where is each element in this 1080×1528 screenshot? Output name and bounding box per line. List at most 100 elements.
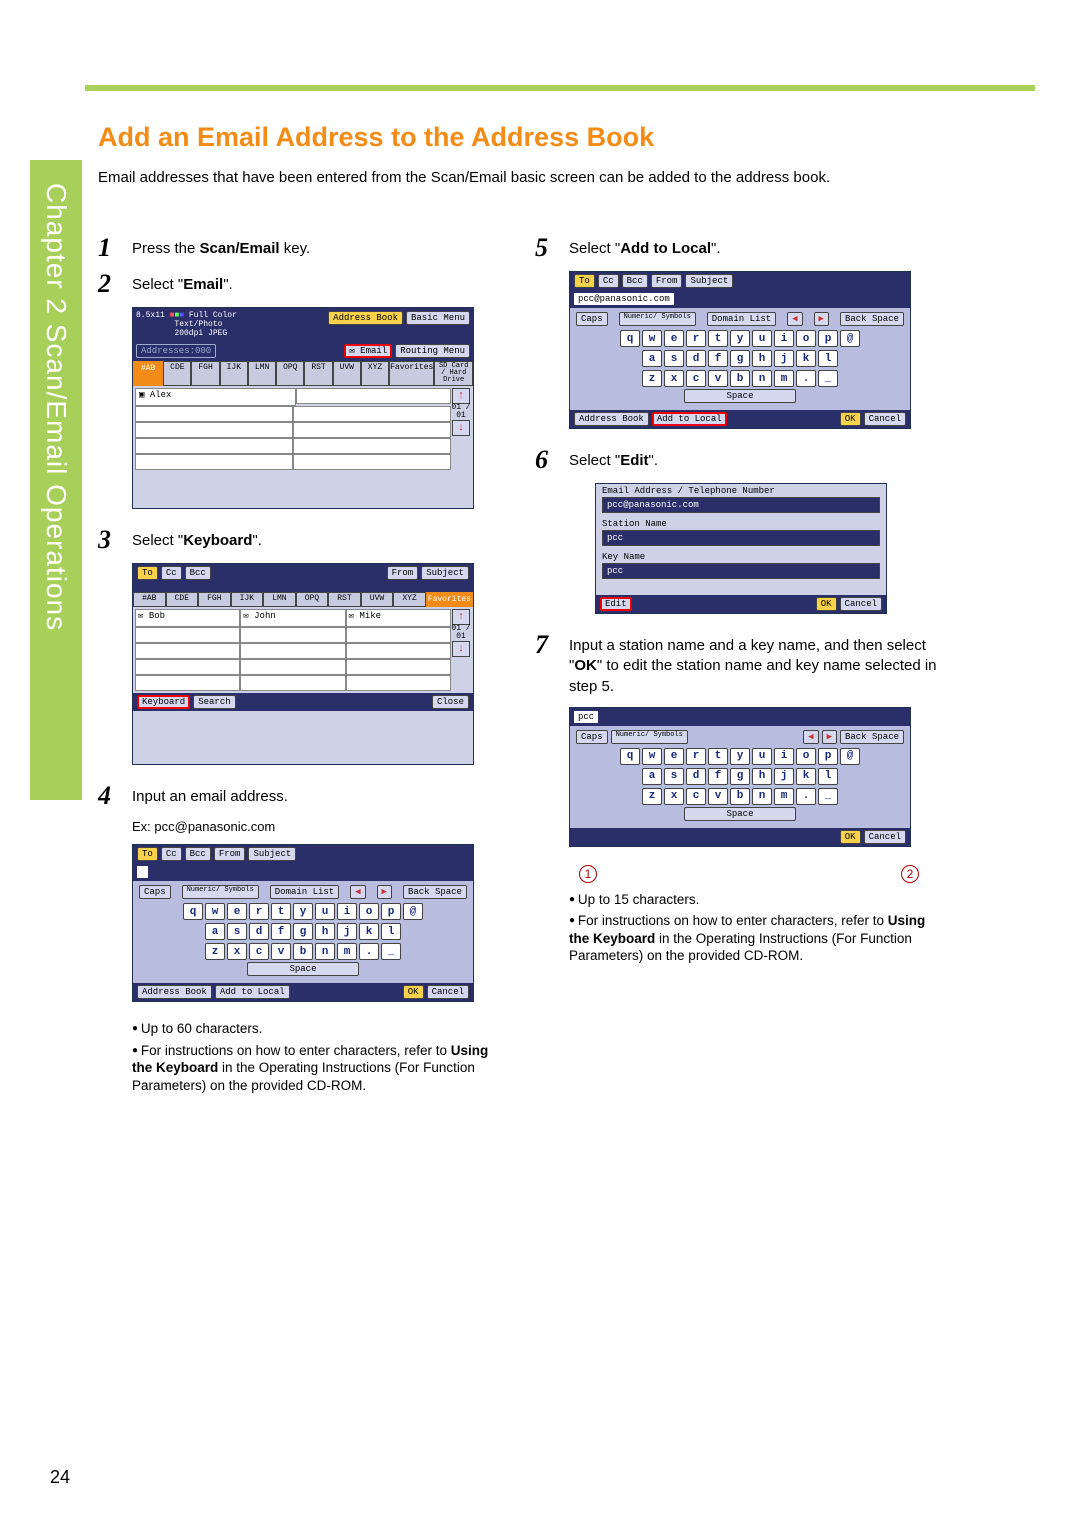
key[interactable]: d (686, 350, 706, 367)
key[interactable]: e (227, 903, 247, 920)
key[interactable]: d (686, 768, 706, 785)
numeric-symbols-button[interactable]: Numeric/ Symbols (182, 885, 259, 899)
space-button[interactable]: Space (247, 962, 359, 976)
cursor-right-icon[interactable]: ▶ (822, 730, 837, 744)
subject-tab[interactable]: Subject (421, 566, 469, 580)
address-book-button[interactable]: Address Book (137, 985, 212, 999)
cc-tab[interactable]: Cc (161, 847, 182, 861)
tab[interactable]: UVW (333, 361, 361, 386)
key[interactable]: s (227, 923, 247, 940)
key[interactable]: g (730, 350, 750, 367)
contact-name[interactable]: Bob (149, 611, 165, 621)
key[interactable]: m (337, 943, 357, 960)
tab[interactable]: IJK (220, 361, 248, 386)
key[interactable]: j (774, 350, 794, 367)
key[interactable]: i (774, 330, 794, 347)
key[interactable]: l (381, 923, 401, 940)
add-to-local-button[interactable]: Add to Local (215, 985, 290, 999)
key[interactable]: k (796, 350, 816, 367)
contact-name[interactable]: Mike (359, 611, 381, 621)
key[interactable]: e (664, 748, 684, 765)
tab[interactable]: FGH (198, 592, 231, 607)
contact-name[interactable]: Alex (150, 390, 172, 400)
routing-menu-button[interactable]: Routing Menu (395, 344, 470, 358)
key[interactable]: h (752, 768, 772, 785)
bcc-tab[interactable]: Bcc (185, 566, 211, 580)
keyboard-button[interactable]: Keyboard (137, 695, 190, 709)
key[interactable]: t (708, 748, 728, 765)
caps-button[interactable]: Caps (576, 312, 608, 326)
key[interactable]: q (620, 330, 640, 347)
tab[interactable]: CDE (163, 361, 191, 386)
tab[interactable]: #AB (133, 361, 163, 386)
cancel-button[interactable]: Cancel (864, 412, 906, 426)
key[interactable]: a (642, 768, 662, 785)
key[interactable]: x (227, 943, 247, 960)
tab[interactable]: RST (328, 592, 361, 607)
key[interactable]: e (664, 330, 684, 347)
contact-name[interactable]: John (254, 611, 276, 621)
key[interactable]: n (315, 943, 335, 960)
key[interactable]: s (664, 768, 684, 785)
tab[interactable]: IJK (231, 592, 264, 607)
key[interactable]: u (315, 903, 335, 920)
ok-button[interactable]: OK (840, 412, 861, 426)
backspace-button[interactable]: Back Space (403, 885, 467, 899)
from-tab[interactable]: From (651, 274, 683, 288)
cancel-button[interactable]: Cancel (427, 985, 469, 999)
key[interactable]: b (730, 370, 750, 387)
key[interactable]: @ (840, 330, 860, 347)
key[interactable]: f (271, 923, 291, 940)
key[interactable]: m (774, 788, 794, 805)
key[interactable]: f (708, 768, 728, 785)
cc-tab[interactable]: Cc (598, 274, 619, 288)
key[interactable]: p (818, 748, 838, 765)
tab[interactable]: #AB (133, 592, 166, 607)
add-to-local-button[interactable]: Add to Local (652, 412, 727, 426)
key[interactable]: . (359, 943, 379, 960)
key[interactable]: u (752, 748, 772, 765)
key[interactable]: z (642, 370, 662, 387)
key[interactable]: t (708, 330, 728, 347)
close-button[interactable]: Close (432, 695, 469, 709)
to-tab[interactable]: To (574, 274, 595, 288)
key[interactable]: a (642, 350, 662, 367)
sdcard-button[interactable]: SD Card / Hard Drive (434, 361, 473, 386)
key[interactable]: l (818, 768, 838, 785)
tab[interactable]: LMN (248, 361, 276, 386)
domain-list-button[interactable]: Domain List (707, 312, 776, 326)
key[interactable]: n (752, 370, 772, 387)
key[interactable]: o (796, 748, 816, 765)
key[interactable]: i (774, 748, 794, 765)
from-tab[interactable]: From (387, 566, 419, 580)
scroll-down-icon[interactable]: ↓ (452, 420, 470, 436)
key[interactable]: p (381, 903, 401, 920)
key[interactable]: k (796, 768, 816, 785)
key[interactable]: h (315, 923, 335, 940)
key[interactable]: b (293, 943, 313, 960)
key[interactable]: u (752, 330, 772, 347)
tab[interactable]: FGH (191, 361, 219, 386)
cancel-button[interactable]: Cancel (864, 830, 906, 844)
key[interactable]: r (249, 903, 269, 920)
key[interactable]: w (205, 903, 225, 920)
tab[interactable]: Favorites (426, 592, 473, 607)
key[interactable]: c (686, 370, 706, 387)
basic-menu-button[interactable]: Basic Menu (406, 311, 470, 325)
key[interactable]: t (271, 903, 291, 920)
ok-button[interactable]: OK (840, 830, 861, 844)
key[interactable]: w (642, 330, 662, 347)
key[interactable]: j (337, 923, 357, 940)
key[interactable]: d (249, 923, 269, 940)
subject-tab[interactable]: Subject (248, 847, 296, 861)
domain-list-button[interactable]: Domain List (270, 885, 339, 899)
key[interactable]: . (796, 788, 816, 805)
key[interactable]: z (642, 788, 662, 805)
cc-tab[interactable]: Cc (161, 566, 182, 580)
key[interactable]: y (730, 748, 750, 765)
tab[interactable]: OPQ (276, 361, 304, 386)
key[interactable]: j (774, 768, 794, 785)
cursor-left-icon[interactable]: ◀ (787, 312, 802, 326)
key[interactable]: h (752, 350, 772, 367)
cursor-left-icon[interactable]: ◀ (350, 885, 365, 899)
